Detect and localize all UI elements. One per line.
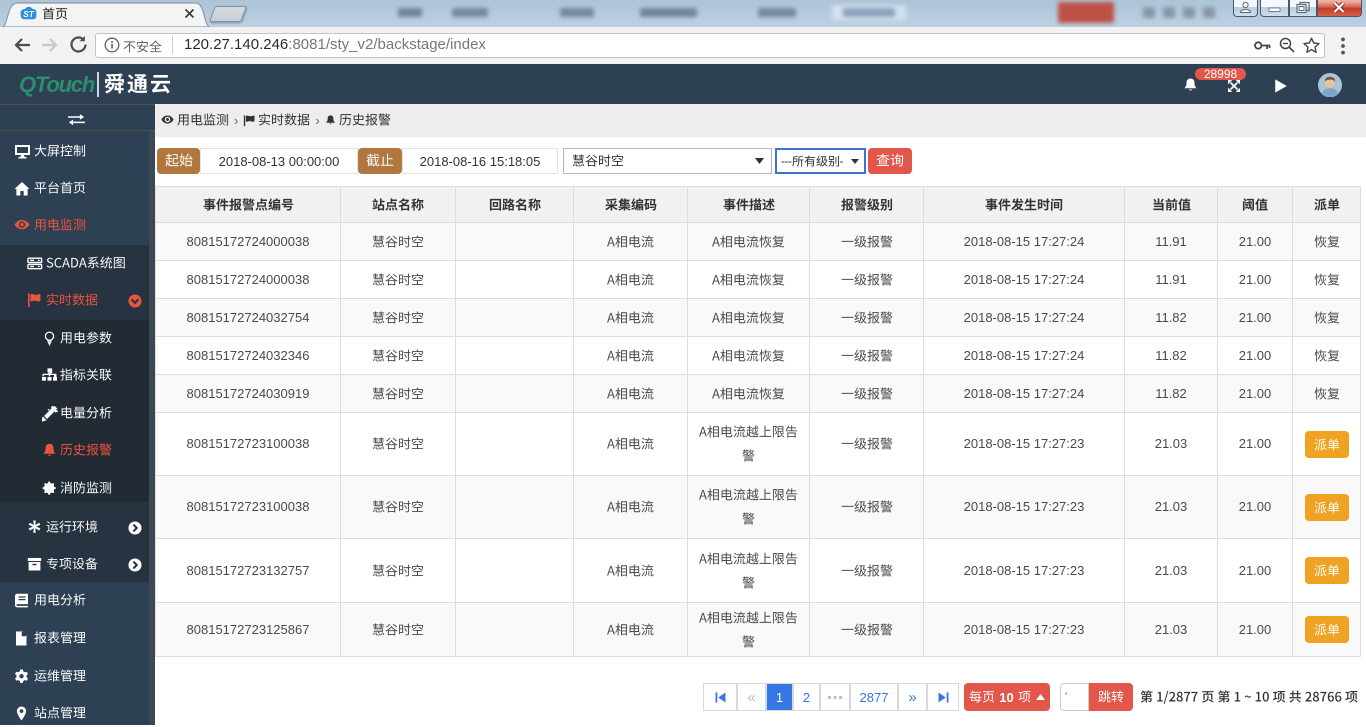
svg-text:ST: ST	[23, 9, 35, 19]
